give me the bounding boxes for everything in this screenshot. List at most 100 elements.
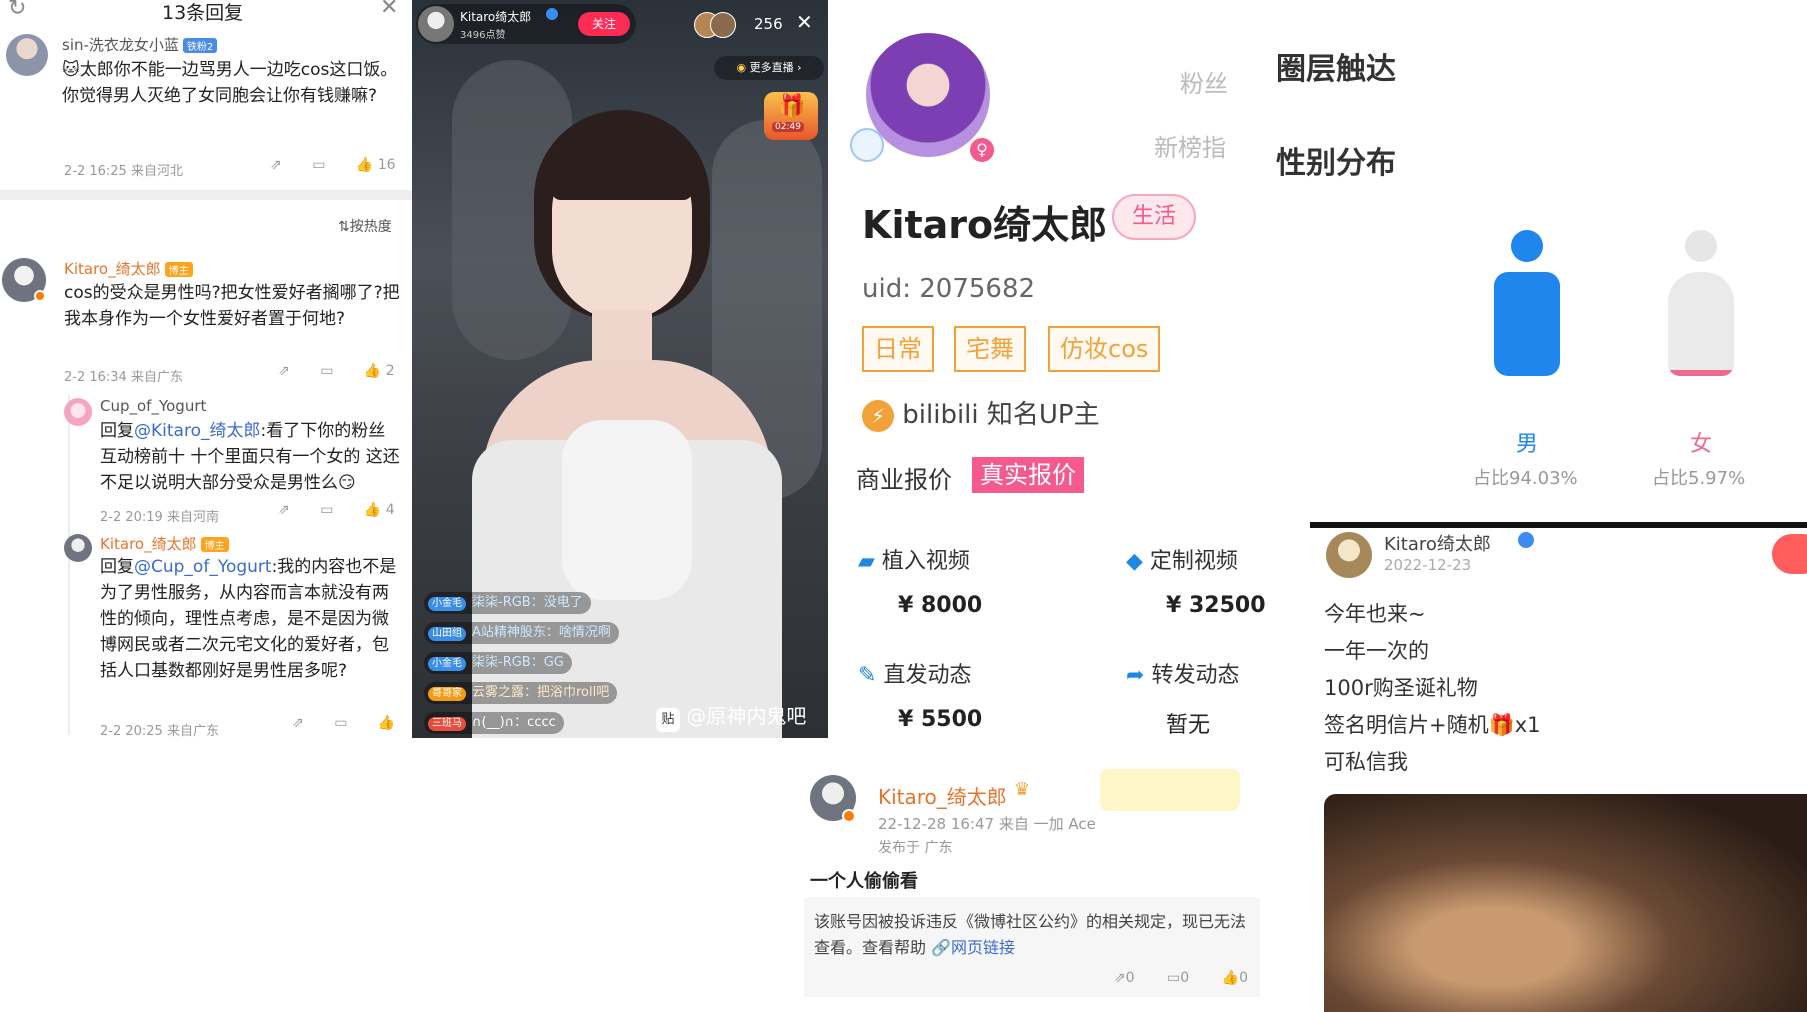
female-figure-icon (1666, 228, 1736, 378)
like-icon[interactable]: 👍 (356, 158, 373, 172)
like-icon[interactable]: 👍 (364, 503, 381, 517)
reply-meta: 2-2 20:19 来自河南 (100, 510, 219, 525)
avatar[interactable] (1326, 532, 1372, 578)
mention-link[interactable]: @Kitaro_绮太郎 (134, 421, 260, 441)
content-tag[interactable]: 仿妆cos (1048, 326, 1161, 372)
price-value: ¥ 5500 (898, 707, 983, 732)
post-line: 可私信我 (1324, 750, 1408, 774)
gift-timer: 02:49 (772, 122, 804, 132)
share-icon[interactable]: ⇗ (278, 503, 290, 517)
female-label: 女 (1690, 432, 1713, 457)
price-value: ¥ 8000 (898, 593, 983, 618)
comments-title: 13条回复 (162, 2, 244, 24)
danmu-item: 三班马 ∩(__)∩：cccc (424, 712, 564, 734)
divider (0, 190, 412, 200)
close-icon[interactable]: ✕ (796, 12, 813, 32)
like-icon[interactable]: 👍 (364, 364, 381, 378)
close-icon[interactable]: ✕ (380, 0, 398, 19)
post-username[interactable]: Kitaro绮太郎 (1384, 530, 1491, 556)
gift-box-widget[interactable]: 🎁 02:49 (764, 92, 818, 140)
male-label: 男 (1516, 432, 1539, 457)
post-time: 22-12-28 16:47 来自 一加 Ace (878, 815, 1096, 833)
verified-icon (34, 290, 46, 302)
like-icon[interactable]: 👍 (1222, 971, 1239, 985)
streamer-likes: 3496点赞 (460, 30, 506, 41)
price-item-embed: ▰ 植入视频 (858, 549, 970, 574)
up-badge: ⚡ bilibili 知名UP主 (862, 394, 1100, 432)
mention-link[interactable]: @Cup_of_Yogurt (134, 557, 272, 577)
reply-icon[interactable]: ▭ (312, 158, 325, 172)
comment-icon[interactable]: ▭ (1167, 971, 1180, 985)
post-location: 发布于 广东 (878, 840, 953, 856)
refresh-icon[interactable]: ↻ (8, 0, 26, 20)
post-line: 100r购圣诞礼物 (1324, 676, 1478, 700)
follow-button[interactable] (1772, 534, 1807, 574)
share-icon[interactable]: ⇗ (292, 716, 304, 730)
comment-username[interactable]: sin-洗衣龙女小蓝 铁粉2 (62, 34, 218, 55)
male-figure-icon (1492, 228, 1562, 378)
reply-username[interactable]: Kitaro_绮太郎 博主 (100, 533, 229, 554)
avatar[interactable] (64, 534, 92, 562)
danmu-item: 山田组 A站精神股东：啥情况啊 (424, 622, 619, 644)
verified-icon (546, 8, 558, 20)
reply-username[interactable]: Cup_of_Yogurt (100, 397, 206, 415)
gift-post-panel: Kitaro绮太郎 2022-12-23 今年也来~ 一年一次的 100r购圣诞… (1310, 522, 1807, 1012)
streamer-name: Kitaro绮太郎 (460, 10, 532, 24)
reply-icon[interactable]: ▭ (320, 503, 333, 517)
price-value: 暂无 (1166, 713, 1211, 738)
reply-icon[interactable]: ▭ (320, 364, 333, 378)
fans-label: 粉丝 (1180, 70, 1228, 98)
category-tag[interactable]: 生活 (1112, 194, 1196, 240)
like-icon[interactable]: 👍 (378, 716, 395, 730)
viewer-avatars[interactable] (694, 12, 744, 40)
watermark: 贴 @原神内鬼吧 (656, 700, 806, 732)
price-grid: ▰ 植入视频 ¥ 8000 ◆ 定制视频 ¥ 32500 ✎ 直发动态 ¥ 55… (828, 525, 1310, 755)
lightning-icon: ⚡ (862, 400, 894, 432)
verified-icon (1518, 532, 1534, 548)
reply-icon[interactable]: ▭ (334, 716, 347, 730)
like-count: 16 (377, 157, 396, 173)
comments-header: ↻ 13条回复 ✕ (0, 0, 412, 26)
emoji-icon: 😏 (338, 473, 356, 493)
real-price-button[interactable]: 真实报价 (972, 457, 1084, 493)
biz-label: 商业报价 (856, 466, 952, 494)
newrank-label: 新榜指 (1154, 134, 1226, 162)
reply-actions: ⇗ ▭ 👍 (292, 715, 395, 731)
content-tag[interactable]: 日常 (862, 326, 934, 372)
profile-name: Kitaro绮太郎 (862, 203, 1108, 247)
crown-icon: ♛ (1014, 779, 1031, 800)
reply-actions: ⇗ ▭ 👍 4 (278, 502, 395, 518)
like-count: 4 (385, 502, 395, 518)
price-value: ¥ 32500 (1166, 593, 1266, 618)
male-percent: 占比94.03% (1473, 468, 1578, 489)
fan-badge: 铁粉2 (182, 38, 218, 53)
circle-title: 圈层触达 (1276, 52, 1396, 87)
post-line: 今年也来~ (1324, 602, 1426, 626)
gift-icon: 🎁 (778, 94, 806, 119)
comment-username[interactable]: Kitaro_绮太郎 博主 (64, 258, 193, 279)
share-icon[interactable]: ⇗ (278, 364, 290, 378)
comment-actions: ⇗ ▭ 👍 16 (270, 157, 396, 173)
avatar[interactable] (6, 34, 48, 76)
chevron-right-icon: › (797, 61, 802, 74)
post-image[interactable] (1324, 794, 1807, 1012)
follow-button[interactable]: 关注 (578, 12, 630, 36)
streamer-header[interactable]: Kitaro绮太郎 3496点赞 关注 (416, 4, 636, 44)
content-tag[interactable]: 宅舞 (954, 326, 1026, 372)
web-link[interactable]: 网页链接 (951, 938, 1015, 957)
avatar[interactable] (64, 398, 92, 426)
share-icon[interactable]: ⇗ (270, 158, 282, 172)
weibo-post-panel: Kitaro_绮太郎 ♛ 22-12-28 16:47 来自 一加 Ace 发布… (800, 755, 1270, 1012)
sort-button[interactable]: ⇅按热度 (338, 216, 392, 236)
post-username[interactable]: Kitaro_绮太郎 (878, 781, 1007, 810)
post-line: 一年一次的 (1324, 639, 1429, 663)
tieba-icon: 贴 (656, 708, 680, 732)
price-item-post: ✎ 直发动态 (858, 663, 972, 688)
streamer-avatar[interactable] (418, 6, 454, 42)
post-date: 2022-12-23 (1384, 556, 1472, 574)
more-live-button[interactable]: ◉ 更多直播 › (714, 56, 824, 80)
viewer-count: 256 (754, 15, 783, 33)
repost-icon[interactable]: ⇗ (1114, 971, 1126, 985)
cube-icon: ◆ (1126, 549, 1143, 574)
uid-text: uid: 2075682 (862, 274, 1036, 304)
